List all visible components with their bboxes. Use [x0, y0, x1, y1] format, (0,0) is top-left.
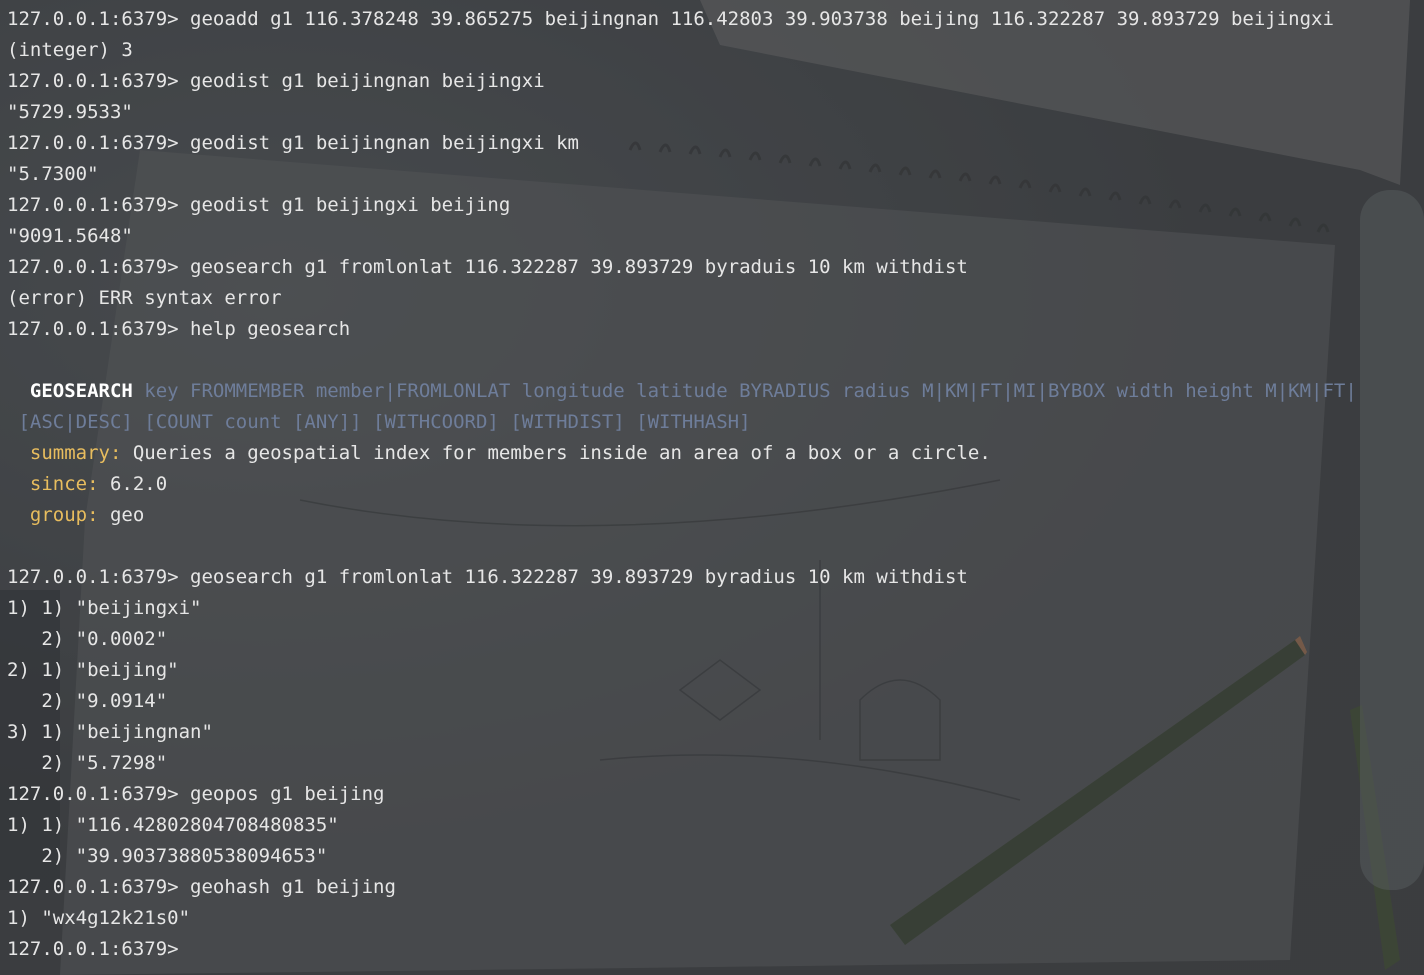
command-prompt[interactable]: 127.0.0.1:6379>: [7, 934, 1424, 965]
output-line: 2) "5.7298": [7, 752, 168, 774]
output-line: "5.7300": [7, 163, 99, 185]
output-line: "5729.9533": [7, 101, 133, 123]
help-command-syntax: GEOSEARCH key FROMMEMBER member|FROMLONL…: [7, 376, 1424, 407]
help-field-key: summary:: [29, 442, 122, 464]
output-line: 1) 1) "beijingxi": [7, 597, 202, 619]
command-line: 127.0.0.1:6379> geodist g1 beijingnan be…: [7, 70, 545, 92]
help-field-key: since:: [29, 473, 99, 495]
help-field-value: geo: [98, 504, 145, 526]
help-field-key: group:: [29, 504, 99, 526]
command-line: 127.0.0.1:6379> geosearch g1 fromlonlat …: [7, 256, 968, 278]
command-line: 127.0.0.1:6379> geoadd g1 116.378248 39.…: [7, 8, 1334, 30]
command-line: 127.0.0.1:6379> geodist g1 beijingnan be…: [7, 132, 579, 154]
output-line: 3) 1) "beijingnan": [7, 721, 213, 743]
output-line: 1) "wx4g12k21s0": [7, 907, 191, 929]
output-line: 2) "0.0002": [7, 628, 168, 650]
output-line: "9091.5648": [7, 225, 133, 247]
output-line: (error) ERR syntax error: [7, 287, 282, 309]
help-command-args: [ASC|DESC] [COUNT count [ANY]] [WITHCOOR…: [7, 411, 751, 433]
output-line: 2) 1) "beijing": [7, 659, 179, 681]
redis-cli-terminal[interactable]: 127.0.0.1:6379> geoadd g1 116.378248 39.…: [0, 0, 1424, 975]
command-line: 127.0.0.1:6379> help geosearch: [7, 318, 351, 340]
output-line: 2) "39.90373880538094653": [7, 845, 328, 867]
help-command-name: GEOSEARCH: [7, 380, 133, 402]
output-line: 1) 1) "116.42802804708480835": [7, 814, 339, 836]
help-field: since: 6.2.0: [7, 469, 1424, 500]
help-field-value: Queries a geospatial index for members i…: [121, 442, 991, 464]
help-command-args: key FROMMEMBER member|FROMLONLAT longitu…: [132, 380, 1357, 402]
output-line: (integer) 3: [7, 39, 133, 61]
command-line: 127.0.0.1:6379> geohash g1 beijing: [7, 876, 396, 898]
help-field: group: geo: [7, 500, 1424, 531]
command-line: 127.0.0.1:6379> geodist g1 beijingxi bei…: [7, 194, 511, 216]
command-line: 127.0.0.1:6379> geosearch g1 fromlonlat …: [7, 566, 968, 588]
help-field: summary: Queries a geospatial index for …: [7, 438, 1424, 469]
help-field-value: 6.2.0: [98, 473, 168, 495]
command-line: 127.0.0.1:6379> geopos g1 beijing: [7, 783, 385, 805]
output-line: 2) "9.0914": [7, 690, 168, 712]
